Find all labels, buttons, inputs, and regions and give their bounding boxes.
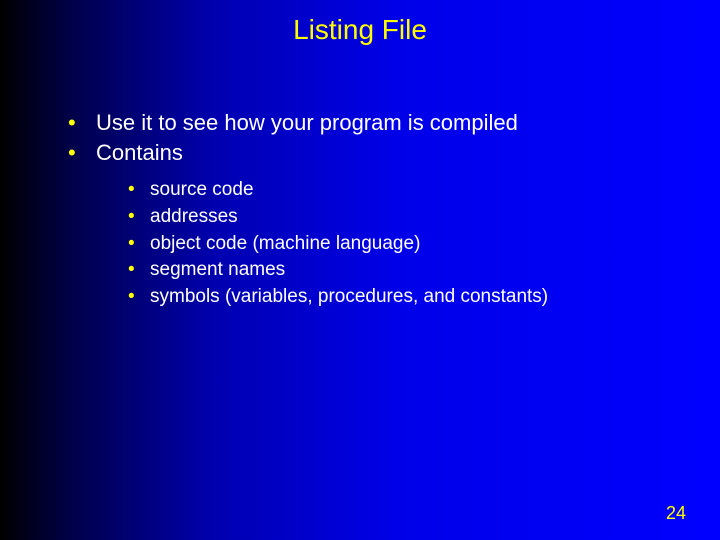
sub-bullet-text: addresses (150, 206, 238, 227)
sub-bullet-text: segment names (150, 259, 285, 280)
bullet-list: Use it to see how your program is compil… (60, 108, 720, 310)
sub-bullet-text: symbols (variables, procedures, and cons… (150, 286, 548, 307)
slide-title: Listing File (0, 0, 720, 46)
sub-bullet-item: source code (124, 177, 720, 204)
bullet-item: Contains source code addresses object co… (60, 138, 720, 311)
sub-bullet-list: source code addresses object code (machi… (96, 177, 720, 310)
sub-bullet-text: source code (150, 179, 254, 200)
bullet-text: Contains (96, 140, 183, 165)
bullet-text: Use it to see how your program is compil… (96, 110, 518, 135)
slide-content: Use it to see how your program is compil… (0, 46, 720, 310)
bullet-item: Use it to see how your program is compil… (60, 108, 720, 138)
sub-bullet-item: addresses (124, 204, 720, 231)
sub-bullet-text: object code (machine language) (150, 233, 420, 254)
sub-bullet-item: symbols (variables, procedures, and cons… (124, 284, 720, 311)
sub-bullet-item: segment names (124, 257, 720, 284)
slide: Listing File Use it to see how your prog… (0, 0, 720, 540)
page-number: 24 (666, 503, 686, 524)
sub-bullet-item: object code (machine language) (124, 231, 720, 258)
